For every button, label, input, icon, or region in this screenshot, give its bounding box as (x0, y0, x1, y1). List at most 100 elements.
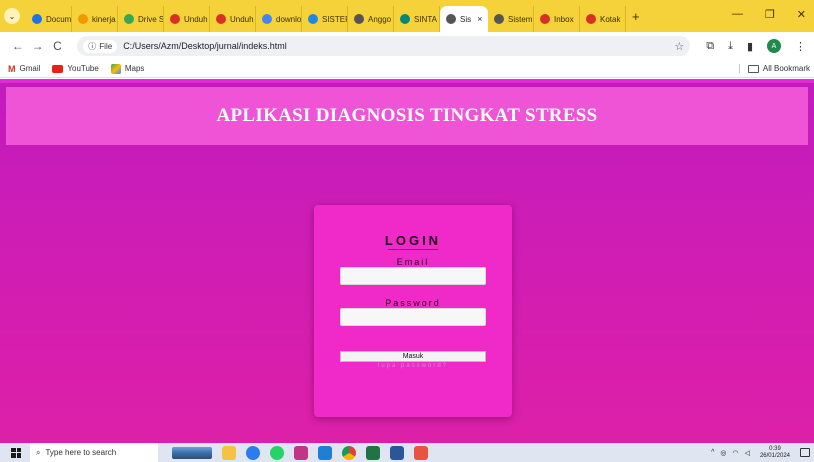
system-clock[interactable]: 0:39 26/01/2024 (760, 446, 790, 460)
tab-label: SISTER (322, 14, 347, 24)
search-placeholder: Type here to search (45, 448, 117, 457)
youtube-icon (52, 64, 64, 73)
bookmark-youtube[interactable]: YouTube (52, 64, 99, 73)
info-icon: ⓘ (88, 41, 97, 51)
search-icon: ⌕ (36, 447, 41, 457)
reload-icon[interactable]: C (48, 39, 68, 53)
system-tray: ^ ◎ ◠ ◁ 0:39 26/01/2024 (711, 446, 810, 460)
browser-tab[interactable]: kinerja (72, 6, 118, 32)
bookmark-label: Gmail (19, 64, 41, 73)
tab-favicon-icon (540, 14, 550, 24)
maps-icon (110, 63, 121, 74)
bookmark-maps[interactable]: Maps (110, 63, 145, 74)
all-bookmarks-label: All Bookmark (762, 64, 810, 73)
gmail-icon: M (8, 63, 16, 74)
tab-favicon-icon (586, 14, 596, 24)
tab-favicon-icon (308, 14, 318, 24)
browser-tab[interactable]: downlo (256, 6, 302, 32)
tab-favicon-icon (262, 14, 272, 24)
password-field[interactable] (340, 308, 486, 326)
browser-tab[interactable]: Anggo (348, 6, 394, 32)
tab-label: Unduh (230, 14, 254, 24)
wifi-icon[interactable]: ◠ (732, 449, 738, 457)
bookmark-star-icon[interactable]: ☆ (674, 40, 684, 53)
search-app-icon[interactable] (246, 445, 260, 460)
browser-tab[interactable]: Unduh (210, 6, 256, 32)
volume-icon[interactable]: ◁ (745, 449, 750, 457)
start-button[interactable] (4, 447, 28, 458)
browser-tab-strip: ⌄ Docum kinerja Drive S Unduh Unduh downlo SIS… (0, 0, 814, 32)
clock-time: 0:39 (769, 445, 781, 452)
tab-label: Unduh (184, 14, 208, 24)
tab-label: Docum (46, 14, 72, 24)
site-chip-label: File (99, 41, 113, 51)
chrome-icon[interactable] (342, 445, 356, 460)
excel-icon[interactable] (366, 445, 380, 460)
tab-label: Sis (460, 14, 472, 24)
browser-tab[interactable]: Kotak (580, 6, 626, 32)
heading-underline (388, 249, 438, 250)
tab-favicon-icon (32, 14, 42, 24)
browser-tab[interactable]: Unduh (164, 6, 210, 32)
chevron-up-icon[interactable]: ^ (711, 449, 714, 456)
tab-label: Kotak (600, 14, 621, 24)
menu-icon[interactable]: ⋮ (795, 40, 806, 53)
browser-tab[interactable]: SISTER (302, 6, 348, 32)
page-header: APLIKASI DIAGNOSIS TINGKAT STRESS (6, 87, 808, 145)
forward-icon[interactable]: → (28, 39, 48, 53)
tab-favicon-icon (124, 14, 134, 24)
window-controls: — ❐ ✕ (732, 8, 806, 21)
whatsapp-icon[interactable] (270, 445, 284, 460)
vscode-icon[interactable] (318, 445, 332, 460)
new-tab-button[interactable]: + (632, 9, 640, 24)
address-bar: ← → C ⓘ File C:/Users/Azm/Desktop/jurnal… (0, 32, 814, 60)
password-label: Password (385, 298, 441, 308)
minimize-icon[interactable]: — (732, 8, 743, 21)
taskbar-search-box[interactable]: ⌕ Type here to search (30, 443, 158, 462)
folder-icon (747, 64, 759, 73)
bookmark-label: Maps (124, 64, 145, 73)
tab-label: Sistem (508, 14, 533, 24)
url-field[interactable]: ⓘ File C:/Users/Azm/Desktop/jurnal/indek… (77, 36, 691, 56)
tab-search-icon[interactable]: ⌄ (4, 8, 20, 24)
all-bookmarks-button[interactable]: All Bookmark (738, 64, 810, 73)
tab-favicon-icon (78, 14, 88, 24)
extensions-icon[interactable]: ⧉ (706, 40, 714, 53)
url-text: C:/Users/Azm/Desktop/jurnal/indeks.html (123, 41, 287, 51)
tab-favicon-icon (400, 14, 410, 24)
login-heading: LOGIN (384, 233, 442, 248)
close-tab-icon[interactable]: × (477, 14, 482, 24)
browser-tab[interactable]: Sistem (488, 6, 534, 32)
tab-favicon-icon (170, 14, 180, 24)
tab-list: Docum kinerja Drive S Unduh Unduh downlo SISTE… (26, 0, 626, 32)
browser-tab[interactable]: Docum (26, 6, 72, 32)
word-icon[interactable] (390, 445, 404, 460)
file-explorer-icon[interactable] (222, 445, 236, 460)
forgot-password-link[interactable]: lupa password? (314, 363, 512, 369)
windows-taskbar: ⌕ Type here to search ^ ◎ ◠ ◁ 0:39 26/01… (0, 443, 814, 462)
masuk-button[interactable]: Masuk (340, 351, 486, 362)
download-icon[interactable]: ⤓ (728, 40, 733, 53)
tab-label: kinerja (92, 14, 116, 24)
snipping-tool-icon[interactable] (414, 445, 428, 460)
email-field[interactable] (340, 267, 486, 285)
browser-tab[interactable]: SINTA (394, 6, 440, 32)
browser-tab[interactable]: Sis × (440, 6, 488, 32)
email-label: Email (396, 257, 430, 267)
browser-tab[interactable]: Inbox (534, 6, 580, 32)
bookmark-gmail[interactable]: M Gmail (8, 64, 40, 74)
profile-avatar[interactable]: A (767, 39, 781, 53)
instagram-icon[interactable] (294, 445, 308, 460)
notification-icon[interactable] (800, 448, 810, 457)
site-info-chip[interactable]: ⓘ File (83, 39, 118, 53)
windows-logo-icon (11, 447, 21, 458)
browser-tab[interactable]: Drive S (118, 6, 164, 32)
restore-icon[interactable]: ❐ (765, 8, 775, 21)
side-panel-icon[interactable]: ▮ (747, 40, 753, 53)
network-icon[interactable]: ◎ (720, 449, 726, 457)
bookmarks-bar: M Gmail YouTube Maps All Bookmark (0, 60, 814, 78)
tab-favicon-icon (354, 14, 364, 24)
close-window-icon[interactable]: ✕ (797, 8, 806, 21)
news-widget-icon[interactable] (172, 446, 212, 459)
back-icon[interactable]: ← (8, 39, 28, 53)
